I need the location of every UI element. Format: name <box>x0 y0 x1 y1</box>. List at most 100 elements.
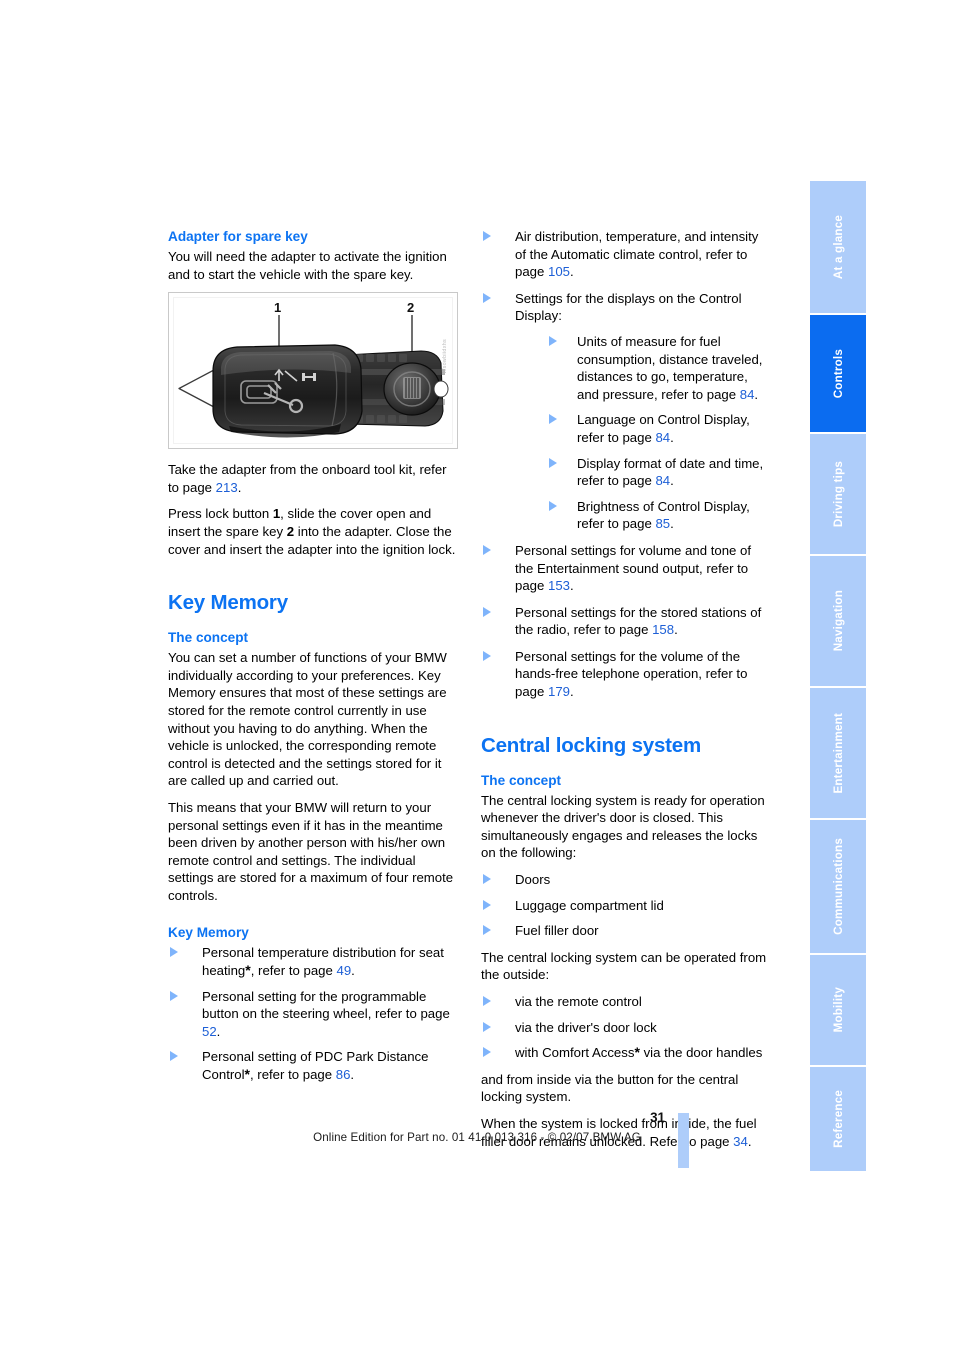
list-item: Units of measure for fuel consumption, d… <box>549 333 773 403</box>
key-memory-settings-list: Personal temperature distribution for se… <box>168 944 460 1083</box>
adapter-intro-paragraph: You will need the adapter to activate th… <box>168 249 447 282</box>
list-item-period: . <box>216 1023 221 1039</box>
list-item: Luggage compartment lid <box>481 897 773 915</box>
triangle-bullet-icon <box>483 231 491 241</box>
press-lock-paragraph: Press lock button 1, slide the cover ope… <box>168 505 460 558</box>
triangle-bullet-icon <box>549 500 557 511</box>
list-item: Language on Control Display, refer to pa… <box>549 411 773 446</box>
list-item-period: . <box>570 578 574 594</box>
central-locking-locks-list: Doors Luggage compartment lid Fuel fille… <box>481 871 773 940</box>
take-adapter-text: Take the adapter from the onboard tool k… <box>168 462 447 495</box>
list-item-period: . <box>351 963 355 979</box>
spare-key-adapter-figure: 1 2 Wsowbiidxhs <box>168 292 458 450</box>
list-item: Air distribution, temperature, and inten… <box>481 228 773 281</box>
tab-communications[interactable]: Communications <box>810 820 866 953</box>
list-item-text: with Comfort Access <box>515 1045 635 1061</box>
page-ref-84-units[interactable]: 84 <box>740 387 755 402</box>
triangle-bullet-icon <box>483 1047 491 1058</box>
list-item: Personal temperature distribution for se… <box>168 944 460 979</box>
page-ref-84-dateformat[interactable]: 84 <box>655 473 670 488</box>
tab-label: Controls <box>831 348 845 399</box>
tab-label: Navigation <box>831 590 845 652</box>
triangle-bullet-icon <box>483 996 491 1006</box>
list-item-text-mid: , refer to page <box>250 963 337 979</box>
list-item: via the driver's door lock <box>481 1019 773 1037</box>
list-item-period: . <box>670 473 674 489</box>
take-adapter-period: . <box>237 479 242 495</box>
page-ref-105[interactable]: 105 <box>548 264 570 279</box>
page-number: 31 <box>650 1110 665 1125</box>
control-display-sub-list: Units of measure for fuel consumption, d… <box>549 333 773 533</box>
triangle-bullet-icon <box>483 606 491 617</box>
central-locking-section-heading: Central locking system <box>481 733 702 757</box>
triangle-bullet-icon <box>549 335 557 346</box>
page-ref-153[interactable]: 153 <box>548 578 570 593</box>
press-lock-num-2: 2 <box>286 523 295 539</box>
tab-driving-tips[interactable]: Driving tips <box>810 434 866 554</box>
list-item: Brightness of Control Display, refer to … <box>549 498 773 533</box>
figure-callout-2: 2 <box>407 300 415 316</box>
list-item-period: . <box>570 684 574 700</box>
press-lock-text-a: Press lock button <box>168 506 273 522</box>
key-memory-concept-p2: This means that your BMW will return to … <box>168 799 454 903</box>
tab-entertainment[interactable]: Entertainment <box>810 688 866 818</box>
list-item-period: . <box>350 1067 355 1083</box>
tab-reference[interactable]: Reference <box>810 1067 866 1171</box>
list-item: Personal setting for the programmable bu… <box>168 988 460 1041</box>
list-item-period: . <box>754 386 759 402</box>
page-ref-49[interactable]: 49 <box>337 963 352 978</box>
list-item: Fuel filler door <box>481 922 773 940</box>
triangle-bullet-icon <box>483 650 491 661</box>
list-item: Doors <box>481 871 773 889</box>
page-ref-84-language[interactable]: 84 <box>655 430 670 445</box>
key-memory-concept-p1: You can set a number of functions of you… <box>168 650 447 789</box>
central-locking-operated-intro: The central locking system can be operat… <box>481 949 767 983</box>
list-item-period: . <box>670 516 674 532</box>
key-memory-list-heading: Key Memory <box>168 925 249 941</box>
list-item-period: . <box>674 622 678 638</box>
page-ref-86[interactable]: 86 <box>336 1067 351 1082</box>
figure-callout-1: 1 <box>274 300 282 316</box>
page-ref-213[interactable]: 213 <box>216 480 238 495</box>
triangle-bullet-icon <box>549 457 557 468</box>
key-memory-concept-heading: The concept <box>168 630 249 646</box>
list-item: Personal settings for volume and tone of… <box>481 542 773 595</box>
list-item: Settings for the displays on the Control… <box>481 290 773 533</box>
page-ref-158[interactable]: 158 <box>652 622 674 637</box>
key-memory-section-heading: Key Memory <box>168 591 288 615</box>
list-item: Display format of date and time, refer t… <box>549 455 773 490</box>
tab-controls[interactable]: Controls <box>810 315 866 432</box>
page-ref-52[interactable]: 52 <box>202 1024 217 1039</box>
tab-label: Communications <box>831 838 845 935</box>
list-item-text: via the driver's door lock <box>515 1019 657 1035</box>
triangle-bullet-icon <box>549 414 557 425</box>
tab-at-a-glance[interactable]: At a glance <box>810 181 866 313</box>
list-item-text-mid: , refer to page <box>249 1067 336 1083</box>
central-locking-concept-heading: The concept <box>481 772 562 788</box>
take-adapter-paragraph: Take the adapter from the onboard tool k… <box>168 461 460 496</box>
triangle-bullet-icon <box>483 874 491 885</box>
list-item-text: Doors <box>515 872 551 888</box>
tab-label: Entertainment <box>831 712 845 794</box>
central-locking-operated-list: via the remote control via the driver's … <box>481 993 773 1062</box>
adapter-for-spare-key-heading: Adapter for spare key <box>168 229 308 244</box>
list-item-text-post: via the door handles <box>639 1045 763 1061</box>
list-item-text: Fuel filler door <box>515 923 599 939</box>
manual-page: Adapter for spare key You will need the … <box>0 0 954 1351</box>
list-item: Personal settings for the stored station… <box>481 604 773 639</box>
page-ref-179[interactable]: 179 <box>548 684 570 699</box>
tab-mobility[interactable]: Mobility <box>810 955 866 1065</box>
list-item-text: Luggage compartment lid <box>515 897 664 913</box>
list-item: via the remote control <box>481 993 773 1011</box>
left-text-column: Adapter for spare key You will need the … <box>168 228 460 1084</box>
list-item: Personal setting of PDC Park Distance Co… <box>168 1048 460 1083</box>
triangle-bullet-icon <box>483 544 491 555</box>
triangle-bullet-icon <box>170 1051 178 1062</box>
page-ref-85[interactable]: 85 <box>655 516 670 531</box>
list-item-text: Personal setting for the programmable bu… <box>202 988 450 1022</box>
tab-label: At a glance <box>831 214 845 280</box>
list-item: with Comfort Access* via the door handle… <box>481 1044 773 1062</box>
tab-label: Mobility <box>831 987 845 1033</box>
tab-navigation[interactable]: Navigation <box>810 556 866 686</box>
central-locking-inside-paragraph: and from inside via the button for the c… <box>481 1071 739 1105</box>
